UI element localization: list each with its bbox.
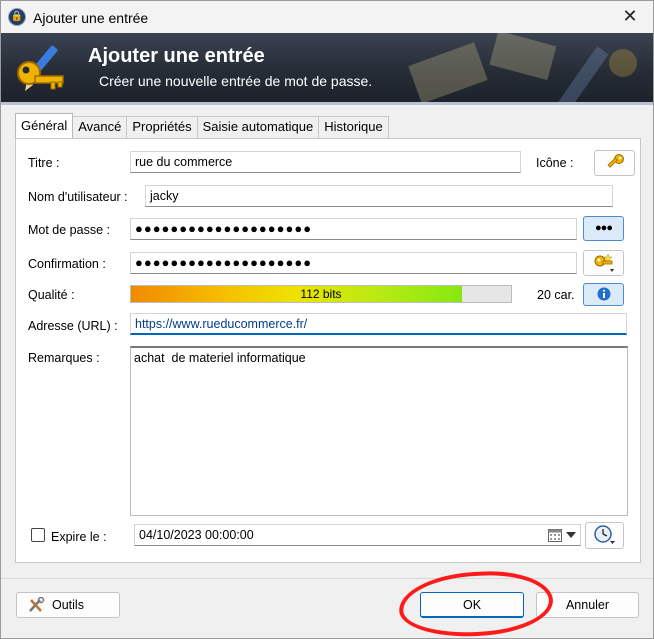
icon-label: Icône : [536,156,574,170]
tab-history[interactable]: Historique [318,116,389,138]
notes-textarea[interactable]: achat de materiel informatique [130,346,628,516]
url-field[interactable]: https://www.rueducommerce.fr/ [130,313,627,335]
show-password-button[interactable]: ●●● [583,216,624,241]
header-banner: Ajouter une entrée Créer une nouvelle en… [1,33,653,105]
quality-info-button[interactable] [583,283,624,306]
add-entry-dialog: 🔒 Ajouter une entrée ✕ Ajouter une entré… [0,0,654,639]
window-title: Ajouter une entrée [33,10,149,26]
password-quality-bar: 112 bits [130,285,512,303]
password-generator-icon [594,253,614,272]
expires-label: Expire le : [51,530,107,544]
tab-general[interactable]: Général [15,113,74,138]
expiry-presets-button[interactable] [585,522,624,549]
key-icon [606,154,624,168]
tools-icon [29,597,45,612]
tab-strip: Général Avancé Propriétés Saisie automat… [15,113,389,138]
password-field[interactable]: ●●●●●●●●●●●●●●●●●●●● [130,218,577,240]
char-count: 20 car. [537,288,575,302]
lock-icon: 🔒 [8,8,26,26]
title-field[interactable]: rue du commerce [130,151,521,173]
confirm-label: Confirmation : [28,257,106,271]
clock-icon [593,525,615,544]
banner-title: Ajouter une entrée [88,45,265,67]
expiry-date-field[interactable]: 04/10/2023 00:00:00 [134,524,581,546]
footer-separator [1,578,653,579]
key-pencil-icon [17,45,64,91]
date-picker-dropdown[interactable] [548,527,578,543]
banner-background-art [408,33,637,105]
ok-button[interactable]: OK [420,592,524,618]
expires-checkbox[interactable] [31,528,45,542]
chevron-down-icon [566,532,576,538]
tools-button-label: Outils [52,598,84,612]
username-label: Nom d'utilisateur : [28,190,128,204]
username-field[interactable]: jacky [145,185,613,207]
banner-subtitle: Créer une nouvelle entrée de mot de pass… [99,73,373,89]
password-generator-button[interactable] [583,250,624,276]
quality-bits-text: 112 bits [300,287,342,301]
title-bar[interactable]: 🔒 Ajouter une entrée ✕ [1,1,653,33]
entry-icon-button[interactable] [594,150,635,176]
cancel-button[interactable]: Annuler [536,592,639,618]
title-label: Titre : [28,156,60,170]
tab-auto-type[interactable]: Saisie automatique [196,116,320,138]
tab-properties[interactable]: Propriétés [126,116,198,138]
tools-button[interactable]: Outils [16,592,120,618]
url-label: Adresse (URL) : [28,319,118,333]
calendar-icon [548,529,562,542]
confirm-password-field[interactable]: ●●●●●●●●●●●●●●●●●●●● [130,252,577,274]
password-label: Mot de passe : [28,223,110,237]
close-button[interactable]: ✕ [617,5,643,29]
tab-advanced[interactable]: Avancé [72,116,128,138]
quality-label: Qualité : [28,288,75,302]
info-icon [597,287,610,301]
notes-label: Remarques : [28,351,100,365]
